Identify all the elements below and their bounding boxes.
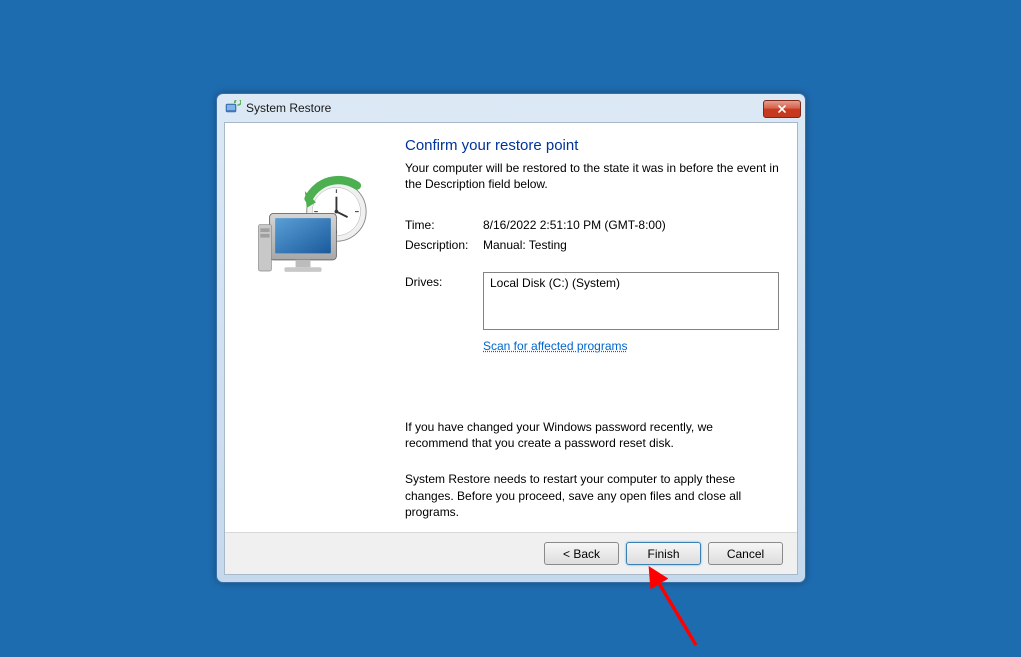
page-heading: Confirm your restore point — [405, 137, 779, 154]
time-row: Time: 8/16/2022 2:51:10 PM (GMT-8:00) — [405, 218, 779, 232]
scan-link-row: Scan for affected programs — [405, 339, 779, 353]
button-bar: < Back Finish Cancel — [225, 532, 797, 574]
restart-note: System Restore needs to restart your com… — [405, 471, 779, 520]
left-pane — [231, 135, 401, 532]
password-note: If you have changed your Windows passwor… — [405, 419, 779, 451]
window-title: System Restore — [246, 101, 763, 115]
scan-affected-programs-link[interactable]: Scan for affected programs — [483, 339, 628, 353]
drive-item: Local Disk (C:) (System) — [490, 276, 772, 290]
right-pane: Confirm your restore point Your computer… — [401, 135, 779, 532]
system-restore-icon — [225, 100, 241, 116]
back-button[interactable]: < Back — [544, 542, 619, 565]
description-row: Description: Manual: Testing — [405, 238, 779, 252]
page-subtitle: Your computer will be restored to the st… — [405, 160, 779, 192]
content-body: Confirm your restore point Your computer… — [225, 123, 797, 532]
cancel-button[interactable]: Cancel — [708, 542, 783, 565]
close-button[interactable] — [763, 100, 801, 118]
content-frame: Confirm your restore point Your computer… — [224, 122, 798, 575]
close-icon — [777, 104, 787, 114]
time-label: Time: — [405, 218, 483, 232]
drives-list: Local Disk (C:) (System) — [483, 272, 779, 330]
description-value: Manual: Testing — [483, 238, 779, 252]
description-label: Description: — [405, 238, 483, 252]
restore-graphic-icon — [251, 167, 381, 297]
titlebar: System Restore — [217, 94, 805, 122]
drives-label: Drives: — [405, 272, 483, 330]
finish-button[interactable]: Finish — [626, 542, 701, 565]
drives-row: Drives: Local Disk (C:) (System) — [405, 272, 779, 330]
system-restore-window: System Restore — [216, 93, 806, 583]
time-value: 8/16/2022 2:51:10 PM (GMT-8:00) — [483, 218, 779, 232]
